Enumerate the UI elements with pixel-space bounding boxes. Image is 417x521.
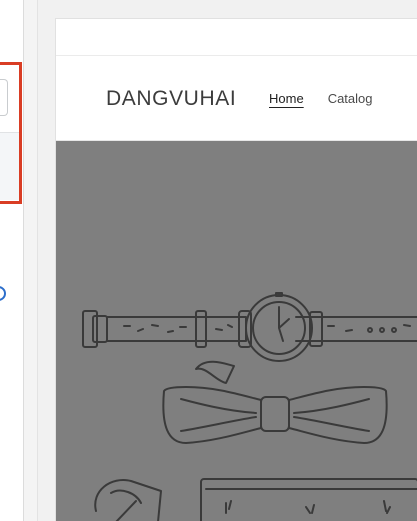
editor-sidebar bbox=[0, 0, 24, 521]
nav-link-home[interactable]: Home bbox=[269, 91, 304, 106]
watch-illustration bbox=[82, 292, 417, 362]
main-nav: Home Catalog bbox=[269, 91, 373, 106]
store-header: DANGVUHAI Home Catalog bbox=[56, 56, 417, 141]
bowtie-illustration bbox=[162, 360, 388, 444]
store-preview: DANGVUHAI Home Catalog bbox=[55, 18, 417, 521]
sidebar-option-row[interactable] bbox=[0, 132, 20, 301]
hero-illustration bbox=[82, 292, 417, 521]
announcement-bar bbox=[56, 19, 417, 56]
accessories-illustration bbox=[94, 478, 417, 521]
store-logo[interactable]: DANGVUHAI bbox=[106, 87, 236, 111]
hero-banner bbox=[56, 141, 417, 521]
sidebar-radio-button[interactable] bbox=[0, 286, 6, 301]
sidebar-text-field[interactable] bbox=[0, 79, 8, 116]
nav-link-catalog[interactable]: Catalog bbox=[328, 91, 373, 106]
editor-gutter bbox=[24, 0, 38, 521]
theme-editor: DANGVUHAI Home Catalog bbox=[0, 0, 417, 521]
